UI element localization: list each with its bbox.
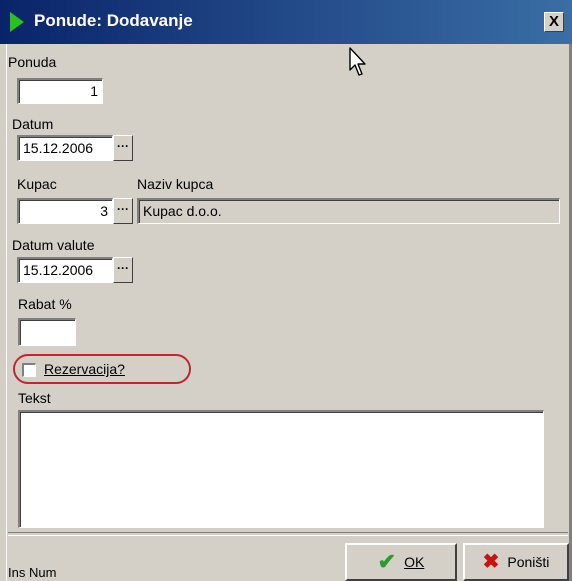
rezervacija-checkbox[interactable]	[22, 363, 36, 377]
ponuda-input[interactable]: 1	[17, 78, 103, 104]
rabat-input[interactable]	[18, 318, 76, 346]
datum-label: Datum	[12, 116, 54, 132]
datum-valute-picker-button[interactable]: ···	[113, 257, 133, 283]
tekst-textarea[interactable]	[18, 410, 544, 528]
kupac-label: Kupac	[17, 176, 57, 192]
left-border	[0, 44, 7, 581]
title-bar[interactable]: Ponude: Dodavanje X	[0, 0, 572, 44]
naziv-kupca-label: Naziv kupca	[137, 176, 214, 192]
cancel-button-label: Poništi	[507, 554, 550, 570]
app-icon	[10, 12, 24, 32]
naziv-kupca-field: Kupac d.o.o.	[137, 198, 560, 224]
checkmark-icon: ✔	[377, 549, 397, 574]
ok-button[interactable]: ✔ OK	[345, 543, 457, 581]
ok-button-label: OK	[404, 554, 425, 570]
tekst-label: Tekst	[18, 390, 51, 406]
rezervacija-label[interactable]: Rezervacija?	[44, 361, 125, 377]
close-button[interactable]: X	[544, 12, 564, 32]
x-icon: ✖	[482, 551, 500, 573]
ponuda-label: Ponuda	[8, 54, 57, 70]
window-title: Ponude: Dodavanje	[34, 11, 193, 30]
cancel-button[interactable]: ✖ Poništi	[463, 543, 569, 581]
divider	[8, 532, 568, 536]
datum-valute-input[interactable]: 15.12.2006	[17, 257, 113, 283]
rabat-label: Rabat %	[18, 296, 72, 312]
datum-input[interactable]: 15.12.2006	[17, 135, 113, 161]
datum-picker-button[interactable]: ···	[113, 135, 133, 161]
mouse-cursor-icon	[349, 47, 366, 76]
status-text: Ins Num	[8, 565, 57, 580]
kupac-input[interactable]: 3	[17, 198, 113, 224]
kupac-lookup-button[interactable]: ···	[113, 198, 133, 224]
dialog-window: Ponude: Dodavanje X Ponuda 1 Datum 15.12…	[0, 0, 572, 581]
datum-valute-label: Datum valute	[12, 237, 95, 253]
